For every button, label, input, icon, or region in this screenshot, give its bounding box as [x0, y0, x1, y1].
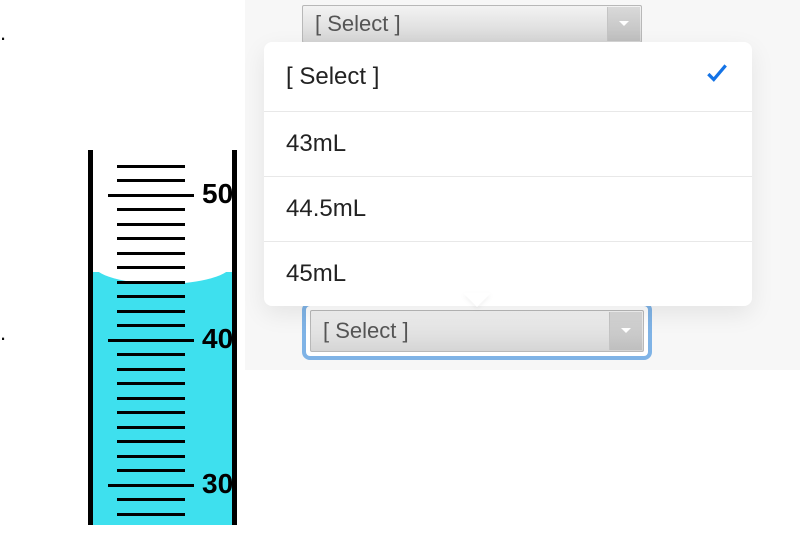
chevron-down-icon: [609, 312, 642, 350]
tick-minor: [117, 440, 185, 443]
dropdown-option-label: 45mL: [286, 260, 346, 288]
tick-label-50: 50: [202, 178, 233, 210]
dropdown-option-label: 43mL: [286, 130, 346, 158]
graduated-cylinder: 30 40 50: [80, 150, 245, 525]
popover-tip: [463, 293, 491, 307]
dropdown-option-label: [ Select ]: [286, 63, 379, 91]
chevron-down-icon: [607, 7, 640, 41]
dropdown-option-44-5[interactable]: 44.5mL: [264, 177, 752, 242]
question-3-select[interactable]: [ Select ]: [302, 302, 652, 360]
dropdown-option-label: 44.5mL: [286, 195, 366, 223]
tick-minor: [117, 208, 185, 211]
dropdown-option-43[interactable]: 43mL: [264, 112, 752, 177]
tick-minor: [117, 455, 185, 458]
tick-minor: [117, 411, 185, 414]
tick-minor: [117, 295, 185, 298]
tick-major: [108, 339, 194, 342]
tick-minor: [117, 469, 185, 472]
tick-minor: [117, 266, 185, 269]
tick-minor: [117, 237, 185, 240]
dropdown-option-45[interactable]: 45mL: [264, 242, 752, 306]
tick-minor: [117, 353, 185, 356]
tick-minor: [117, 368, 185, 371]
question-2-select[interactable]: [ Select ]: [302, 5, 642, 43]
tick-label-40: 40: [202, 323, 233, 355]
tick-minor: [117, 223, 185, 226]
question-2-number: .: [0, 20, 6, 46]
question-3-number: .: [0, 320, 6, 346]
question-2-select-label: [ Select ]: [315, 11, 401, 37]
tick-minor: [117, 426, 185, 429]
tick-minor: [117, 179, 185, 182]
tick-minor: [117, 252, 185, 255]
tick-minor: [117, 310, 185, 313]
tick-major: [108, 194, 194, 197]
tick-label-30: 30: [202, 468, 233, 500]
dropdown-popover: [ Select ] 43mL 44.5mL 45mL: [264, 42, 752, 306]
tick-minor: [117, 382, 185, 385]
tick-minor: [117, 397, 185, 400]
tick-minor: [117, 324, 185, 327]
question-3-select-label: [ Select ]: [323, 318, 409, 344]
tick-minor: [117, 281, 185, 284]
tick-minor: [117, 513, 185, 516]
dropdown-option-select[interactable]: [ Select ]: [264, 42, 752, 112]
tick-minor: [117, 165, 185, 168]
tick-major: [108, 484, 194, 487]
tick-minor: [117, 498, 185, 501]
check-icon: [704, 60, 730, 93]
